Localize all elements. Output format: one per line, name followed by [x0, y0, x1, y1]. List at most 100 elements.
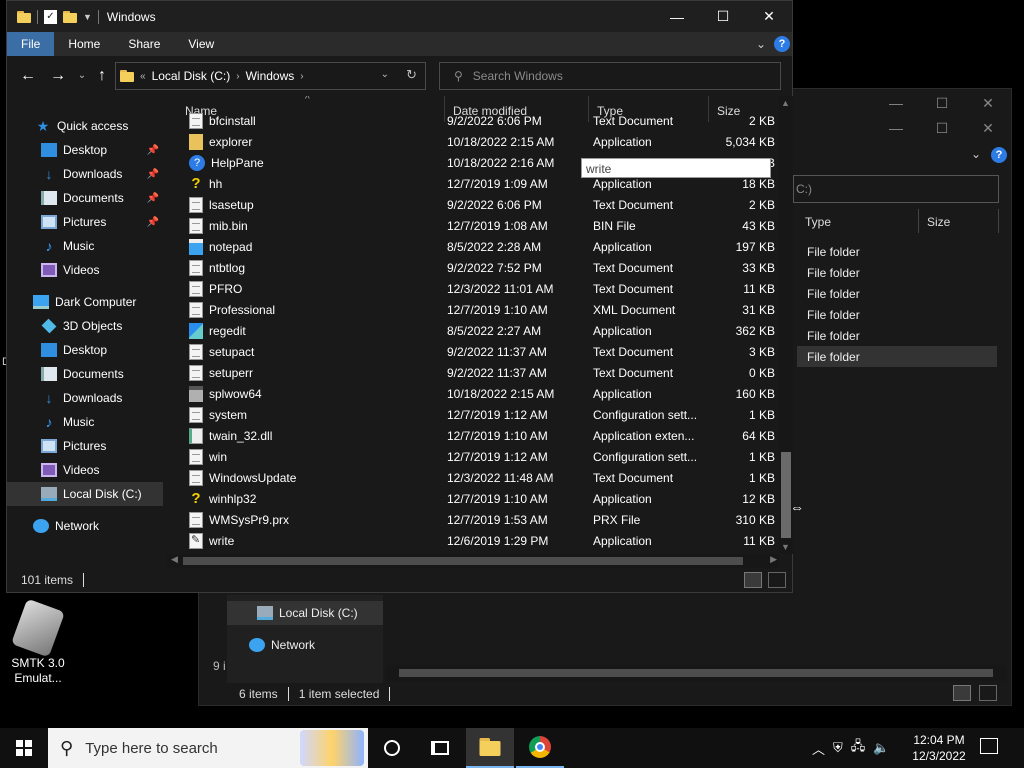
file-name-cell[interactable]: system — [167, 406, 445, 423]
sidebar-item-network[interactable]: Network — [7, 514, 163, 538]
file-name-cell[interactable]: ntbtlog — [167, 259, 445, 276]
taskbar-chrome[interactable] — [516, 728, 564, 768]
scroll-right-icon[interactable]: ▶ — [770, 554, 777, 565]
table-row[interactable]: explorer 10/18/2022 2:15 AM Application 5,0… — [167, 131, 779, 152]
breadcrumb-windows[interactable]: Windows — [246, 69, 295, 83]
table-row[interactable]: WMSysPr9.prx 12/7/2019 1:53 AM PRX File 310… — [167, 509, 779, 530]
sidebar-item-music[interactable]: ♪ Music — [7, 234, 163, 258]
file-name-cell[interactable]: setupact — [167, 343, 445, 360]
tab-file[interactable]: File — [7, 32, 55, 56]
maximize-button[interactable]: ☐ — [700, 1, 746, 32]
horizontal-scrollbar[interactable]: ◀ ▶ — [167, 554, 779, 568]
table-row[interactable]: PFRO 12/3/2022 11:01 AM Text Document 11 KB — [167, 278, 779, 299]
table-row[interactable]: twain_32.dll 12/7/2019 1:10 AM Application… — [167, 425, 779, 446]
cortana-button[interactable] — [368, 728, 416, 768]
vertical-scrollbar[interactable]: ▲ ▼ — [779, 96, 793, 554]
expand-ribbon-chevron-icon[interactable]: ⌄ — [756, 37, 766, 51]
table-row[interactable]: bfcinstall 9/2/2022 6:06 PM Text Document 2… — [167, 110, 779, 131]
large-icons-view-button[interactable] — [979, 685, 997, 701]
file-name-cell[interactable]: explorer — [167, 133, 445, 150]
sidebar-item-videos[interactable]: Videos — [7, 258, 163, 282]
taskbar-file-explorer[interactable] — [466, 728, 514, 768]
scroll-down-icon[interactable]: ▼ — [781, 542, 790, 552]
minimize-icon[interactable]: — — [873, 114, 919, 142]
recent-locations-icon[interactable]: ⌄ — [71, 66, 93, 86]
address-dropdown-icon[interactable]: ⌄ — [381, 69, 389, 80]
table-row[interactable]: ? winhlp32 12/7/2019 1:10 AM Application 12 … — [167, 488, 779, 509]
minimize-button[interactable]: — — [654, 1, 700, 32]
address-bar[interactable]: « Local Disk (C:) › Windows › ⌄ ↻ — [115, 62, 426, 90]
start-button[interactable] — [0, 728, 48, 768]
list-item-type[interactable]: File folder — [797, 262, 997, 283]
volume-icon[interactable]: 🔈 — [873, 740, 889, 756]
overflow-chevron-icon[interactable]: « — [140, 71, 146, 82]
help-icon[interactable]: ? — [991, 147, 1007, 163]
scrollbar-thumb[interactable] — [183, 557, 743, 565]
scrollbar-thumb[interactable] — [781, 452, 791, 538]
nav-item-network[interactable]: Network — [227, 633, 383, 657]
breadcrumb-chevron-icon[interactable]: › — [236, 71, 239, 82]
sidebar-item-desktop[interactable]: Desktop — [7, 338, 163, 362]
desktop-icon-smtk[interactable]: SMTK 3.0 Emulat... — [10, 598, 66, 686]
refresh-icon[interactable]: ↻ — [406, 67, 417, 83]
sidebar-item-local-disk-c[interactable]: Local Disk (C:) — [7, 482, 163, 506]
scroll-up-icon[interactable]: ▲ — [781, 98, 790, 108]
up-arrow-icon[interactable]: ↑ — [91, 66, 113, 86]
scrollbar-thumb[interactable] — [399, 669, 993, 677]
large-icons-view-button[interactable] — [768, 572, 786, 588]
table-row[interactable]: setuperr 9/2/2022 11:37 AM Text Document 0 … — [167, 362, 779, 383]
table-row[interactable]: regedit 8/5/2022 2:27 AM Application 362 KB — [167, 320, 779, 341]
rename-tooltip[interactable]: write — [581, 158, 771, 178]
file-name-cell[interactable]: mib.bin — [167, 217, 445, 234]
list-item-type-selected[interactable]: File folder — [797, 346, 997, 367]
table-row[interactable]: win 12/7/2019 1:12 AM Configuration sett..… — [167, 446, 779, 467]
close-button[interactable]: ✕ — [746, 1, 792, 32]
file-name-cell[interactable]: twain_32.dll — [167, 427, 445, 444]
search-highlight-image[interactable] — [300, 730, 364, 766]
new-folder-icon[interactable] — [63, 10, 77, 24]
close-icon[interactable]: ✕ — [965, 89, 1011, 117]
list-item-type[interactable]: File folder — [797, 325, 997, 346]
tab-home[interactable]: Home — [54, 32, 114, 56]
file-name-cell[interactable]: Professional — [167, 301, 445, 318]
table-row[interactable]: ntbtlog 9/2/2022 7:52 PM Text Document 33 K… — [167, 257, 779, 278]
file-name-cell[interactable]: WMSysPr9.prx — [167, 511, 445, 528]
taskbar-search-placeholder[interactable]: Type here to search — [85, 740, 218, 757]
maximize-icon[interactable]: ☐ — [919, 89, 965, 117]
back-arrow-icon[interactable]: ← — [17, 66, 39, 86]
title-bar[interactable]: ✓ ▼ Windows — ☐ ✕ — [7, 1, 792, 32]
minimize-icon[interactable]: — — [873, 89, 919, 117]
column-size[interactable]: Size — [919, 209, 999, 233]
explorer-window[interactable]: ✓ ▼ Windows — ☐ ✕ File Home Share View ⌄… — [6, 0, 793, 593]
network-icon[interactable]: 🖧 — [851, 737, 866, 759]
sidebar-item-documents[interactable]: Documents — [7, 362, 163, 386]
sidebar-item-music[interactable]: ♪ Music — [7, 410, 163, 434]
sidebar-item-documents[interactable]: Documents 📌 — [7, 186, 163, 210]
defender-icon[interactable]: ⛨ — [833, 740, 843, 756]
notifications-icon[interactable] — [980, 738, 998, 754]
file-name-cell[interactable]: ? HelpPane — [167, 154, 445, 171]
file-name-cell[interactable]: WindowsUpdate — [167, 469, 445, 486]
task-view-button[interactable] — [416, 728, 464, 768]
show-hidden-icons-chevron-icon[interactable]: ︿ — [812, 739, 825, 758]
sidebar-item-pictures[interactable]: Pictures 📌 — [7, 210, 163, 234]
sidebar-item-downloads[interactable]: ↓ Downloads — [7, 386, 163, 410]
file-name-cell[interactable]: PFRO — [167, 280, 445, 297]
sidebar-item-3d-objects[interactable]: 3D Objects — [7, 314, 163, 338]
file-name-cell[interactable]: lsasetup — [167, 196, 445, 213]
table-row[interactable]: WindowsUpdate 12/3/2022 11:48 AM Text Docu… — [167, 467, 779, 488]
background-search-input[interactable]: C:) — [793, 175, 999, 203]
scroll-left-icon[interactable]: ◀ — [171, 554, 178, 565]
help-icon[interactable]: ? — [774, 36, 790, 52]
details-view-button[interactable] — [744, 572, 762, 588]
sidebar-item-desktop[interactable]: Desktop 📌 — [7, 138, 163, 162]
sidebar-item-pictures[interactable]: Pictures — [7, 434, 163, 458]
file-name-cell[interactable]: write — [167, 532, 445, 549]
nav-item-local-disk[interactable]: Local Disk (C:) — [227, 601, 383, 625]
clock[interactable]: 12:04 PM 12/3/2022 — [904, 732, 974, 764]
breadcrumb-chevron-icon[interactable]: › — [300, 71, 303, 82]
table-row[interactable]: setupact 9/2/2022 11:37 AM Text Document 3 … — [167, 341, 779, 362]
file-name-cell[interactable]: notepad — [167, 238, 445, 255]
file-name-cell[interactable]: ? hh — [167, 176, 445, 192]
customize-toolbar-icon[interactable]: ▼ — [83, 12, 92, 22]
